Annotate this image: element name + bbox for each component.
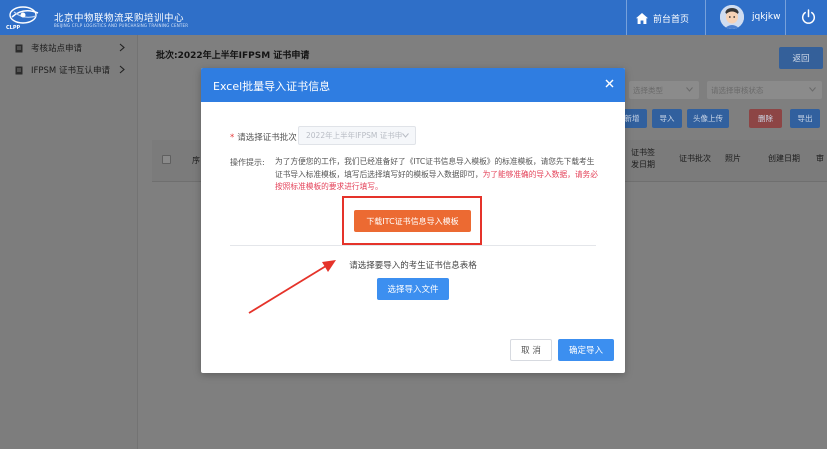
import-dialog: Excel批量导入证书信息 * 请选择证书批次 2022年上半年IFPSM 证书申…: [201, 68, 625, 373]
batch-field-label: * 请选择证书批次: [230, 131, 297, 143]
document-icon: [15, 44, 23, 52]
select-all-checkbox[interactable]: [162, 155, 171, 164]
column-header-review: 审: [816, 154, 824, 163]
column-header-cert-issue-date: 证书签发日期: [631, 148, 655, 169]
type-filter-placeholder: 选择类型: [633, 85, 663, 95]
home-link-label: 前台首页: [653, 14, 690, 25]
back-button-label: 返回: [792, 54, 810, 64]
hint-label: 操作提示:: [230, 158, 265, 167]
column-header-photo: 照片: [725, 154, 741, 163]
close-icon[interactable]: [604, 78, 615, 89]
cancel-button-label: 取 消: [521, 346, 541, 356]
back-button[interactable]: 返回: [779, 47, 823, 69]
sidebar-item-site-application[interactable]: 考核站点申请: [0, 37, 138, 59]
batch-select[interactable]: 2022年上半年IFPSM 证书申: [298, 126, 416, 145]
import-button-label: 导入: [659, 114, 675, 123]
confirm-import-button-label: 确定导入: [568, 346, 603, 356]
avatar-upload-button-label: 头像上传: [693, 114, 723, 123]
header-divider: [705, 0, 706, 35]
chevron-down-icon: [686, 87, 693, 92]
add-button-label: 新增: [624, 114, 640, 123]
choose-import-file-button-label: 选择导入文件: [387, 285, 439, 295]
dialog-title: Excel批量导入证书信息: [213, 80, 331, 93]
dialog-header: Excel批量导入证书信息: [201, 68, 625, 102]
delete-button[interactable]: 删除: [749, 109, 782, 128]
review-status-placeholder: 请选择审核状态: [711, 85, 764, 95]
export-button[interactable]: 导出: [790, 109, 820, 128]
chevron-right-icon: [119, 43, 125, 52]
user-avatar[interactable]: [720, 5, 744, 29]
upload-prompt: 请选择要导入的考生证书信息表格: [349, 261, 477, 271]
required-marker: *: [230, 133, 235, 143]
type-filter-select[interactable]: 选择类型: [629, 81, 699, 99]
column-header-seq: 序: [192, 156, 200, 165]
chevron-right-icon: [119, 65, 125, 74]
delete-button-label: 删除: [758, 114, 773, 123]
logo-subtitle: BEIJING CFLP LOGISTICS AND PURCHASING TR…: [54, 23, 189, 28]
logo-abbreviation: CLPP: [6, 25, 21, 31]
review-status-select[interactable]: 请选择审核状态: [707, 81, 822, 99]
username[interactable]: jqkjkw: [752, 12, 781, 22]
sidebar-item-label: 考核站点申请: [31, 44, 83, 54]
site-logo[interactable]: CLPP 北京中物联物流采购培训中心 BEIJING CFLP LOGISTIC…: [6, 4, 646, 32]
import-button[interactable]: 导入: [652, 109, 682, 128]
hint-text: 为了方便您的工作，我们已经准备好了《ITC证书信息导入模板》的标准模板，请您先下…: [275, 156, 601, 194]
page-title: 批次:2022年上半年IFPSM 证书申请: [156, 51, 310, 61]
chevron-down-icon: [402, 133, 409, 138]
chevron-down-icon: [809, 87, 816, 92]
home-icon: [636, 12, 648, 24]
logo-title: 北京中物联物流采购培训中心: [54, 13, 185, 24]
confirm-import-button[interactable]: 确定导入: [558, 339, 614, 361]
column-header-cert-batch: 证书批次: [679, 154, 711, 163]
top-bar: CLPP 北京中物联物流采购培训中心 BEIJING CFLP LOGISTIC…: [0, 0, 827, 35]
power-icon[interactable]: [801, 9, 816, 25]
batch-select-value: 2022年上半年IFPSM 证书申: [306, 131, 403, 140]
avatar-upload-button[interactable]: 头像上传: [687, 109, 729, 128]
batch-field-label-text: 请选择证书批次: [237, 133, 297, 143]
export-button-label: 导出: [797, 114, 813, 123]
column-header-create-date: 创建日期: [768, 154, 800, 163]
cancel-button[interactable]: 取 消: [510, 339, 552, 361]
sidebar: 考核站点申请 IFPSM 证书互认申请: [0, 35, 138, 449]
home-link[interactable]: 前台首页: [636, 10, 689, 26]
download-template-button[interactable]: 下载ITC证书信息导入模板: [354, 210, 471, 232]
download-template-button-label: 下载ITC证书信息导入模板: [366, 216, 459, 226]
sidebar-item-ifpsm-mutual-recognition[interactable]: IFPSM 证书互认申请: [0, 59, 138, 81]
choose-import-file-button[interactable]: 选择导入文件: [377, 278, 449, 300]
avatar-icon: [720, 5, 744, 29]
document-icon: [15, 66, 23, 74]
header-divider: [785, 0, 786, 35]
header-divider: [626, 0, 627, 35]
sidebar-item-label: IFPSM 证书互认申请: [31, 66, 110, 76]
section-divider: [230, 245, 596, 246]
